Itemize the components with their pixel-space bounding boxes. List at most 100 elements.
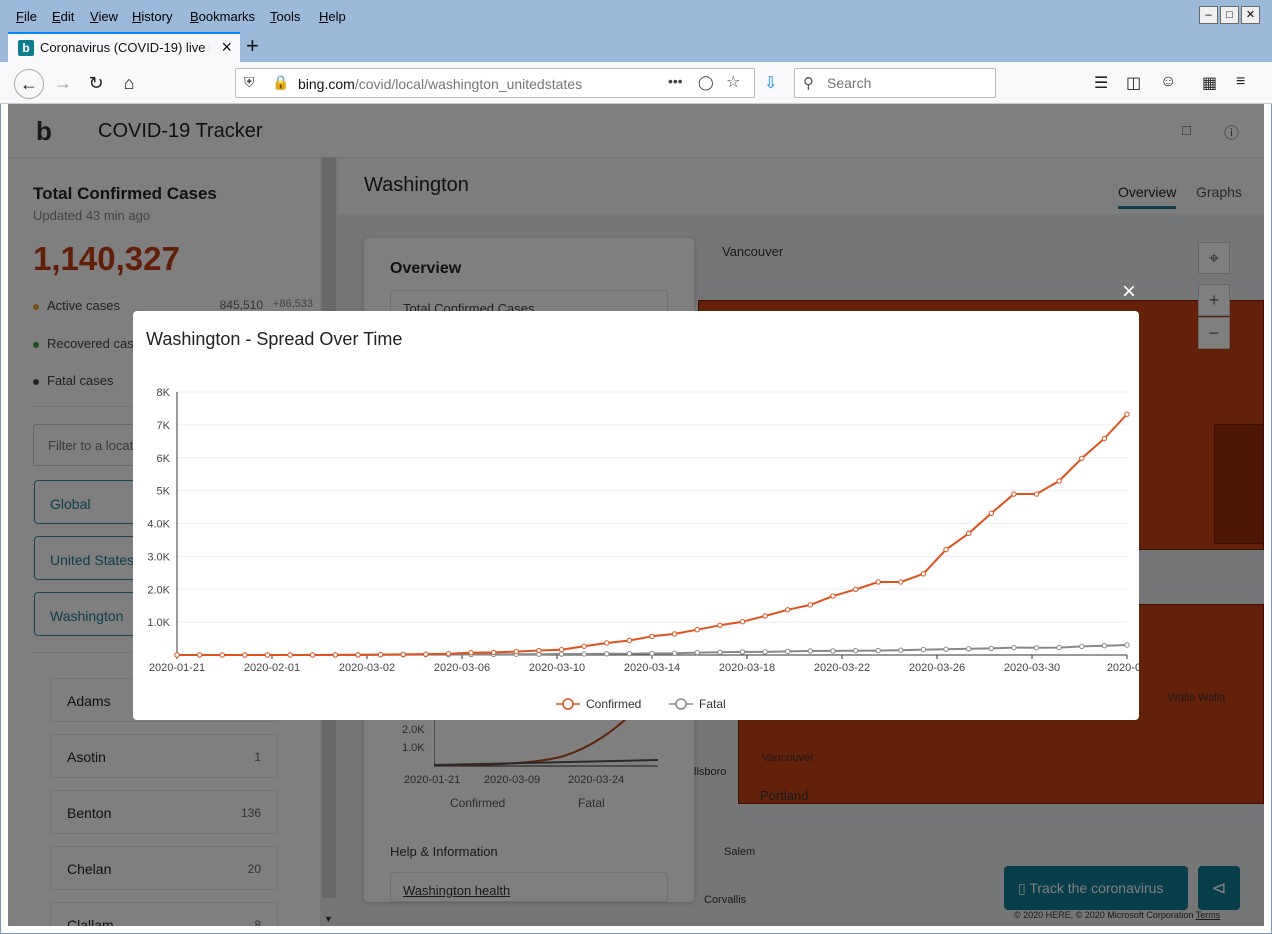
extensions-icon[interactable]: ▦ <box>1202 73 1217 93</box>
data-point-confirmed <box>287 652 293 658</box>
data-point-fatal <box>1033 645 1040 651</box>
account-icon[interactable]: ☺ <box>1160 73 1176 91</box>
hamburger-menu-icon[interactable]: ≡ <box>1236 73 1245 91</box>
data-point-confirmed <box>717 622 723 628</box>
new-tab-icon[interactable]: + <box>246 33 259 59</box>
tab-close-icon[interactable]: × <box>221 37 232 58</box>
y-tick-label: 6K <box>157 453 171 465</box>
data-point-confirmed <box>400 651 406 658</box>
data-point-confirmed <box>694 627 700 633</box>
data-point-fatal <box>965 646 972 652</box>
data-point-confirmed <box>1056 478 1062 484</box>
data-point-confirmed <box>898 579 904 585</box>
data-point-fatal <box>626 650 633 657</box>
url-bar[interactable]: ⛨ 🔒 bing.com/covid/local/washington_unit… <box>235 68 755 98</box>
data-point-confirmed <box>558 646 565 653</box>
series-line-confirmed <box>177 413 1128 656</box>
data-point-confirmed <box>219 652 225 658</box>
x-tick-label: 2020-03-10 <box>529 662 585 674</box>
data-point-confirmed <box>875 579 881 585</box>
data-point-fatal <box>920 646 927 653</box>
modal-close-icon[interactable]: × <box>1122 280 1136 304</box>
data-point-fatal <box>943 646 949 652</box>
x-tick-label: 2020-03-18 <box>719 662 775 674</box>
x-tick-label: 2020-03-30 <box>1004 662 1060 674</box>
data-point-confirmed <box>355 652 361 658</box>
data-point-confirmed <box>943 546 949 553</box>
forward-button[interactable]: → <box>50 71 76 97</box>
data-point-confirmed <box>1101 435 1108 442</box>
minimize-button[interactable]: – <box>1199 6 1218 24</box>
tab-covid-tracker[interactable]: b Coronavirus (COVID-19) live m × <box>8 32 240 62</box>
data-point-fatal <box>807 648 814 654</box>
spread-chart: 1.0K 2.0K 3.0K 4.0K 5K 6K 7K 8K 2020-01-21 2020-0… <box>147 387 1139 711</box>
menu-bar: File Edit View History Bookmarks Tools H… <box>0 0 1272 32</box>
data-point-confirmed <box>264 652 271 658</box>
data-point-fatal <box>1124 642 1130 648</box>
menu-history[interactable]: History <box>132 9 172 24</box>
legend-label-fatal[interactable]: Fatal <box>699 697 726 711</box>
sidebar-icon[interactable]: ◫ <box>1126 73 1141 93</box>
data-point-confirmed <box>377 651 384 658</box>
y-tick-label: 1.0K <box>147 617 170 629</box>
legend-label-confirmed[interactable]: Confirmed <box>586 697 641 711</box>
data-point-confirmed <box>581 643 587 649</box>
search-input[interactable] <box>825 73 990 93</box>
tab-title: Coronavirus (COVID-19) live m <box>40 40 210 55</box>
menu-file[interactable]: File <box>16 9 37 24</box>
data-point-confirmed <box>423 651 429 657</box>
y-tick-label: 4.0K <box>147 519 170 531</box>
data-point-confirmed <box>830 593 836 599</box>
library-icon[interactable]: ☰ <box>1094 73 1108 93</box>
x-tick-label: 2020-03-06 <box>434 662 490 674</box>
downloads-icon[interactable]: ⇩ <box>764 73 777 93</box>
menu-view[interactable]: View <box>90 9 118 24</box>
url-text[interactable]: bing.com/covid/local/washington_unitedst… <box>298 76 582 92</box>
menu-help[interactable]: Help <box>319 9 346 24</box>
page-actions-icon[interactable]: ••• <box>668 73 683 89</box>
x-tick-label: 2020-02-01 <box>244 662 300 674</box>
maximize-button[interactable]: □ <box>1220 6 1239 24</box>
pocket-icon[interactable]: ◯ <box>698 74 714 91</box>
data-point-fatal <box>830 648 836 654</box>
data-point-confirmed <box>174 652 180 658</box>
data-point-fatal <box>1011 644 1017 651</box>
data-point-fatal <box>1056 644 1062 651</box>
data-point-confirmed <box>649 633 655 640</box>
data-point-fatal <box>694 649 700 656</box>
home-button[interactable]: ⌂ <box>116 71 142 97</box>
close-window-button[interactable]: ✕ <box>1241 6 1260 24</box>
data-point-confirmed <box>965 530 972 537</box>
data-point-confirmed <box>852 586 859 593</box>
reload-button[interactable]: ↻ <box>83 71 109 97</box>
y-tick-label: 7K <box>157 420 171 432</box>
data-point-confirmed <box>739 619 746 625</box>
data-point-confirmed <box>1124 411 1130 417</box>
menu-tools[interactable]: Tools <box>270 9 300 24</box>
data-point-confirmed <box>445 651 452 657</box>
data-point-confirmed <box>310 652 316 658</box>
bookmark-star-icon[interactable]: ☆ <box>726 72 740 92</box>
data-point-confirmed <box>196 652 203 658</box>
data-point-confirmed <box>490 649 497 656</box>
search-box[interactable]: ⚲ <box>794 68 996 98</box>
back-button[interactable]: ← <box>14 69 44 99</box>
shield-icon[interactable]: ⛨ <box>244 74 255 91</box>
data-point-fatal <box>649 650 655 657</box>
y-tick-label: 5K <box>157 486 171 498</box>
data-point-confirmed <box>762 613 768 619</box>
data-point-confirmed <box>604 640 610 646</box>
bing-favicon-icon: b <box>18 40 34 56</box>
search-icon: ⚲ <box>803 75 814 92</box>
data-point-confirmed <box>626 637 633 644</box>
menu-bookmarks[interactable]: Bookmarks <box>190 9 255 24</box>
legend-marker-confirmed <box>562 698 574 710</box>
data-point-confirmed <box>468 649 474 656</box>
menu-edit[interactable]: Edit <box>52 9 74 24</box>
data-point-fatal <box>785 648 791 655</box>
insecure-lock-icon[interactable]: 🔒 <box>272 74 289 91</box>
data-point-fatal <box>739 649 746 655</box>
data-point-confirmed <box>1033 491 1040 497</box>
data-point-fatal <box>852 647 859 654</box>
data-point-fatal <box>671 650 678 656</box>
